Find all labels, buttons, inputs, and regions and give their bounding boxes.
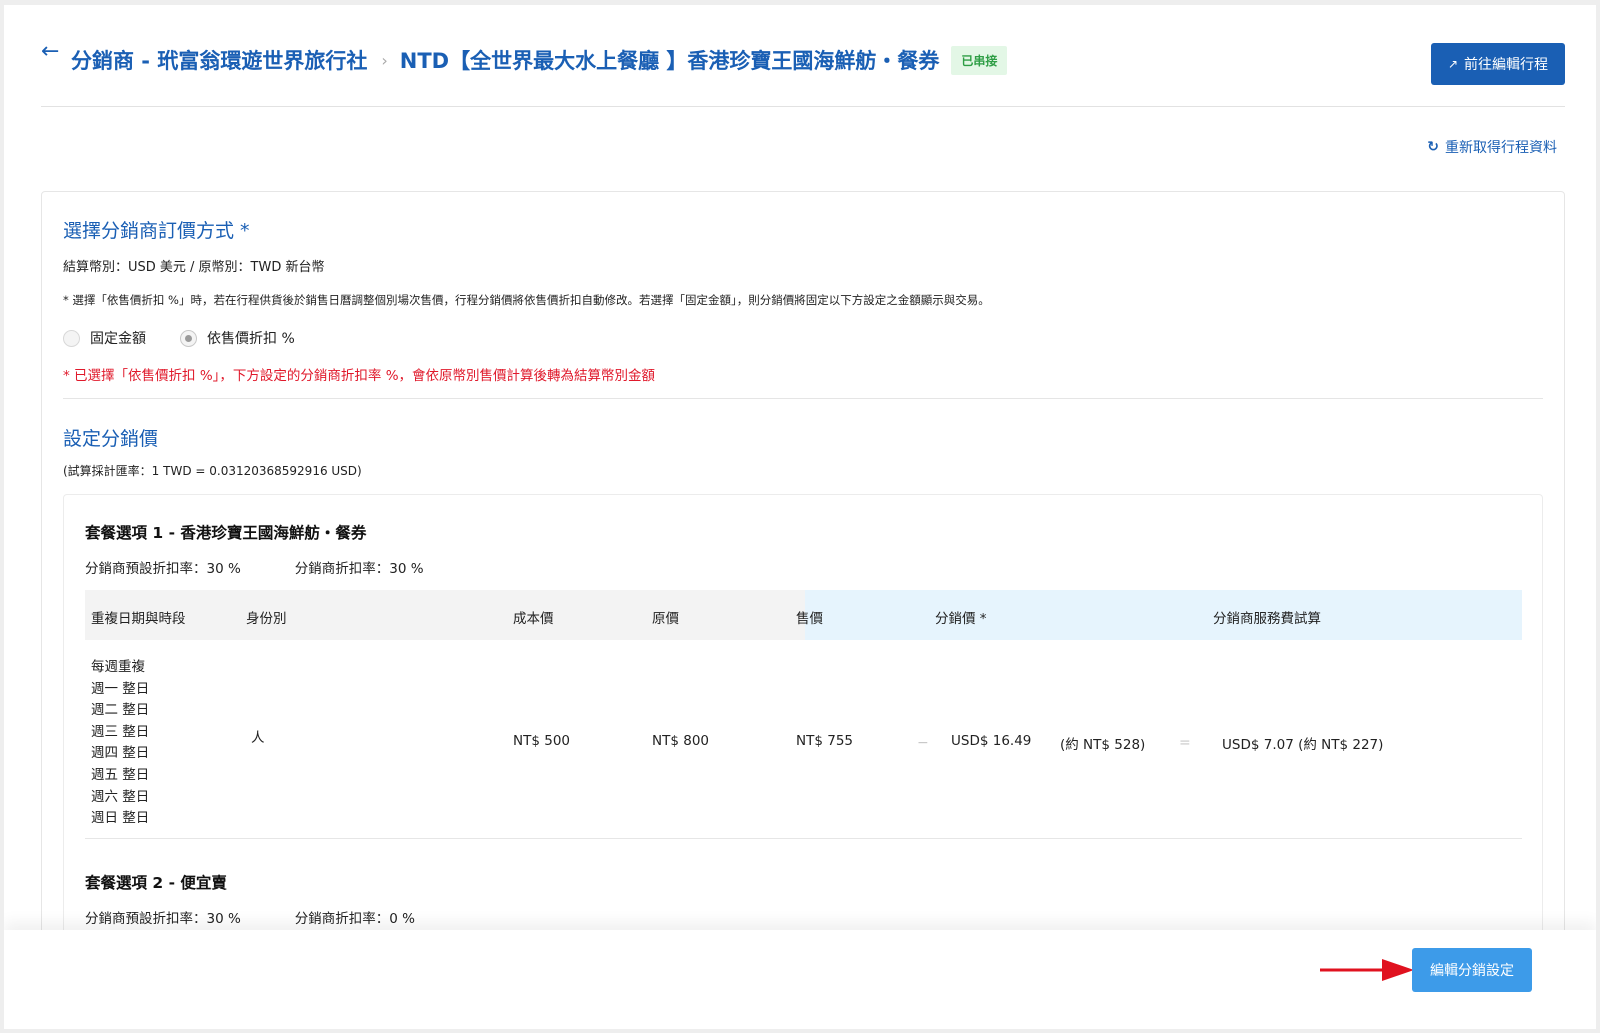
distribution-price-title: 設定分銷價: [63, 428, 159, 450]
day-line: 週四 整日: [91, 745, 150, 762]
day-line: 週二 整日: [91, 702, 150, 719]
pricing-note: * 選擇「依售價折扣 %」時，若在行程供貨後於銷售日曆調整個別場次售價，行程分銷…: [63, 293, 990, 307]
edit-trip-button[interactable]: ↗ 前往編輯行程: [1431, 43, 1565, 85]
col-sale: 售價: [796, 611, 823, 627]
refresh-label: 重新取得行程資料: [1445, 140, 1557, 156]
col-dates: 重複日期與時段: [91, 611, 186, 627]
refresh-trip-data-link[interactable]: ↻ 重新取得行程資料: [1427, 137, 1557, 157]
refresh-icon: ↻: [1427, 139, 1439, 155]
day-line: 週一 整日: [91, 680, 150, 697]
breadcrumb: 分銷商 - 玳富翁環遊世界旅行社 › NTD【全世界最大水上餐廳 】香港珍寶王國…: [71, 45, 1008, 75]
header-highlight: [805, 590, 1522, 640]
package-1-rates: 分銷商預設折扣率：30 % 分銷商折扣率：30 %: [85, 557, 424, 577]
pricing-warning: * 已選擇「依售價折扣 %」，下方設定的分銷商折扣率 %，會依原幣別售價計算後轉…: [63, 368, 656, 384]
radio-label: 固定金額: [90, 331, 146, 347]
radio-label: 依售價折扣 %: [207, 331, 295, 347]
col-distribution-price: 分銷價 *: [935, 611, 987, 627]
settings-card: 選擇分銷商訂價方式 * 結算幣別：USD 美元 / 原幣別：TWD 新台幣 * …: [41, 191, 1565, 951]
pricing-method-radio-group: 固定金額 依售價折扣 %: [63, 328, 329, 348]
discount-rate: 分銷商折扣率：0 %: [294, 911, 416, 927]
day-line: 週六 整日: [91, 788, 150, 805]
default-discount-rate: 分銷商預設折扣率：30 %: [85, 911, 241, 927]
distribution-price-ntd: (約 NT$ 528): [1060, 737, 1146, 753]
distribution-price-usd: USD$ 16.49: [951, 733, 1032, 749]
table-row: 每週重複 週一 整日 週二 整日 週三 整日 週四 整日 週五 整日 週六 整日…: [85, 640, 1522, 839]
package-2-rates: 分銷商預設折扣率：30 % 分銷商折扣率：0 %: [85, 907, 415, 927]
pricing-method-title: 選擇分銷商訂價方式 *: [63, 220, 250, 242]
day-line: 週日 整日: [91, 810, 150, 827]
default-discount-rate: 分銷商預設折扣率：30 %: [85, 561, 241, 577]
col-service-fee: 分銷商服務費試算: [1213, 611, 1321, 627]
radio-circle-selected[interactable]: [180, 329, 197, 347]
package-1-title: 套餐選項 1 - 香港珍寶王國海鮮舫・餐券: [85, 524, 367, 542]
sale-price-cell: NT$ 755: [796, 733, 853, 749]
package-2-title: 套餐選項 2 - 便宜賣: [85, 874, 227, 892]
red-arrow-icon: [1320, 959, 1414, 981]
edit-trip-label: 前往編輯行程: [1464, 57, 1549, 73]
external-link-icon: ↗: [1447, 57, 1459, 71]
equals-icon: =: [1179, 735, 1191, 751]
breadcrumb-distributor[interactable]: 分銷商 - 玳富翁環遊世界旅行社: [71, 45, 367, 75]
divider: [63, 398, 1543, 399]
radio-discount-percent[interactable]: 依售價折扣 %: [180, 328, 295, 348]
day-line: 每週重複: [91, 659, 145, 675]
page-frame: ← 分銷商 - 玳富翁環遊世界旅行社 › NTD【全世界最大水上餐廳 】香港珍寶…: [4, 5, 1596, 1029]
col-identity: 身份別: [246, 611, 287, 627]
minus-icon: −: [917, 735, 929, 751]
edit-distribution-settings-button[interactable]: 編輯分銷設定: [1412, 948, 1532, 992]
day-line: 週五 整日: [91, 766, 150, 783]
repeat-days: 每週重複 週一 整日 週二 整日 週三 整日 週四 整日 週五 整日 週六 整日…: [91, 657, 149, 830]
table-header: 重複日期與時段 身份別 成本價 原價 售價 分銷價 * 分銷商服務費試算: [85, 590, 1522, 640]
radio-circle[interactable]: [63, 329, 80, 347]
discount-rate: 分銷商折扣率：30 %: [294, 561, 424, 577]
bottom-action-bar: 編輯分銷設定: [4, 930, 1596, 1029]
service-fee-cell: USD$ 7.07 (約 NT$ 227): [1222, 737, 1384, 753]
col-original: 原價: [652, 611, 679, 627]
arrow-left-icon[interactable]: ←: [41, 41, 59, 63]
identity-cell: 人: [251, 730, 265, 746]
package-list: 套餐選項 1 - 香港珍寶王國海鮮舫・餐券 分銷商預設折扣率：30 % 分銷商折…: [63, 494, 1543, 950]
page-header: ← 分銷商 - 玳富翁環遊世界旅行社 › NTD【全世界最大水上餐廳 】香港珍寶…: [41, 35, 1565, 107]
original-price-cell: NT$ 800: [652, 733, 709, 749]
cost-cell: NT$ 500: [513, 733, 570, 749]
day-line: 週三 整日: [91, 723, 150, 740]
col-cost: 成本價: [513, 611, 554, 627]
chevron-right-icon: ›: [381, 50, 388, 70]
currency-info: 結算幣別：USD 美元 / 原幣別：TWD 新台幣: [63, 260, 325, 275]
radio-fixed-amount[interactable]: 固定金額: [63, 328, 146, 348]
exchange-rate-info: (試算採計匯率：1 TWD = 0.03120368592916 USD): [63, 464, 362, 478]
status-badge: 已串接: [951, 45, 1008, 75]
page-title: NTD【全世界最大水上餐廳 】香港珍寶王國海鮮舫・餐券: [399, 49, 940, 73]
